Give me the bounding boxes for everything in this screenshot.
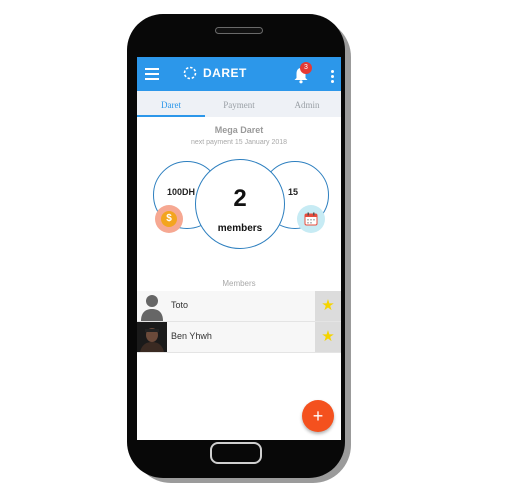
notification-badge: 3 [300, 62, 312, 74]
member-count: 2 [233, 185, 247, 212]
tab-daret[interactable]: Daret [137, 91, 205, 117]
group-name: Mega Daret [214, 125, 264, 135]
star-icon[interactable]: ★ [315, 322, 341, 352]
tab-admin[interactable]: Admin [273, 91, 341, 117]
member-name: Ben Yhwh [171, 331, 212, 341]
phone-speaker [215, 27, 263, 34]
days-value: 15 [288, 187, 299, 197]
next-payment-date: next payment 15 January 2018 [190, 139, 288, 146]
app-bar: DARET 3 [137, 57, 341, 91]
coin-icon: $ [155, 205, 183, 233]
more-options-icon[interactable] [331, 70, 334, 85]
star-icon[interactable]: ★ [315, 291, 341, 321]
member-name: Toto [171, 300, 189, 310]
add-member-button[interactable]: + [302, 400, 334, 432]
contribution-amount: 100DH [167, 187, 196, 197]
calendar-icon [297, 205, 325, 233]
members-section-label: Members [222, 279, 256, 288]
app-screen: DARET 3 Daret Payment Admin Mega Daret n… [137, 57, 341, 440]
tab-payment[interactable]: Payment [205, 91, 273, 117]
tab-indicator [137, 115, 205, 117]
home-button[interactable] [210, 442, 262, 464]
member-row[interactable]: Toto ★ [137, 291, 341, 322]
loading-logo-icon [183, 66, 197, 80]
person-avatar-icon [141, 295, 163, 321]
member-photo-avatar [137, 322, 167, 352]
menu-icon[interactable] [145, 68, 159, 80]
member-row[interactable]: Ben Yhwh ★ [137, 322, 341, 353]
tab-bar: Daret Payment Admin [137, 91, 341, 117]
app-title: DARET [203, 66, 247, 80]
member-count-label: members [217, 223, 263, 234]
